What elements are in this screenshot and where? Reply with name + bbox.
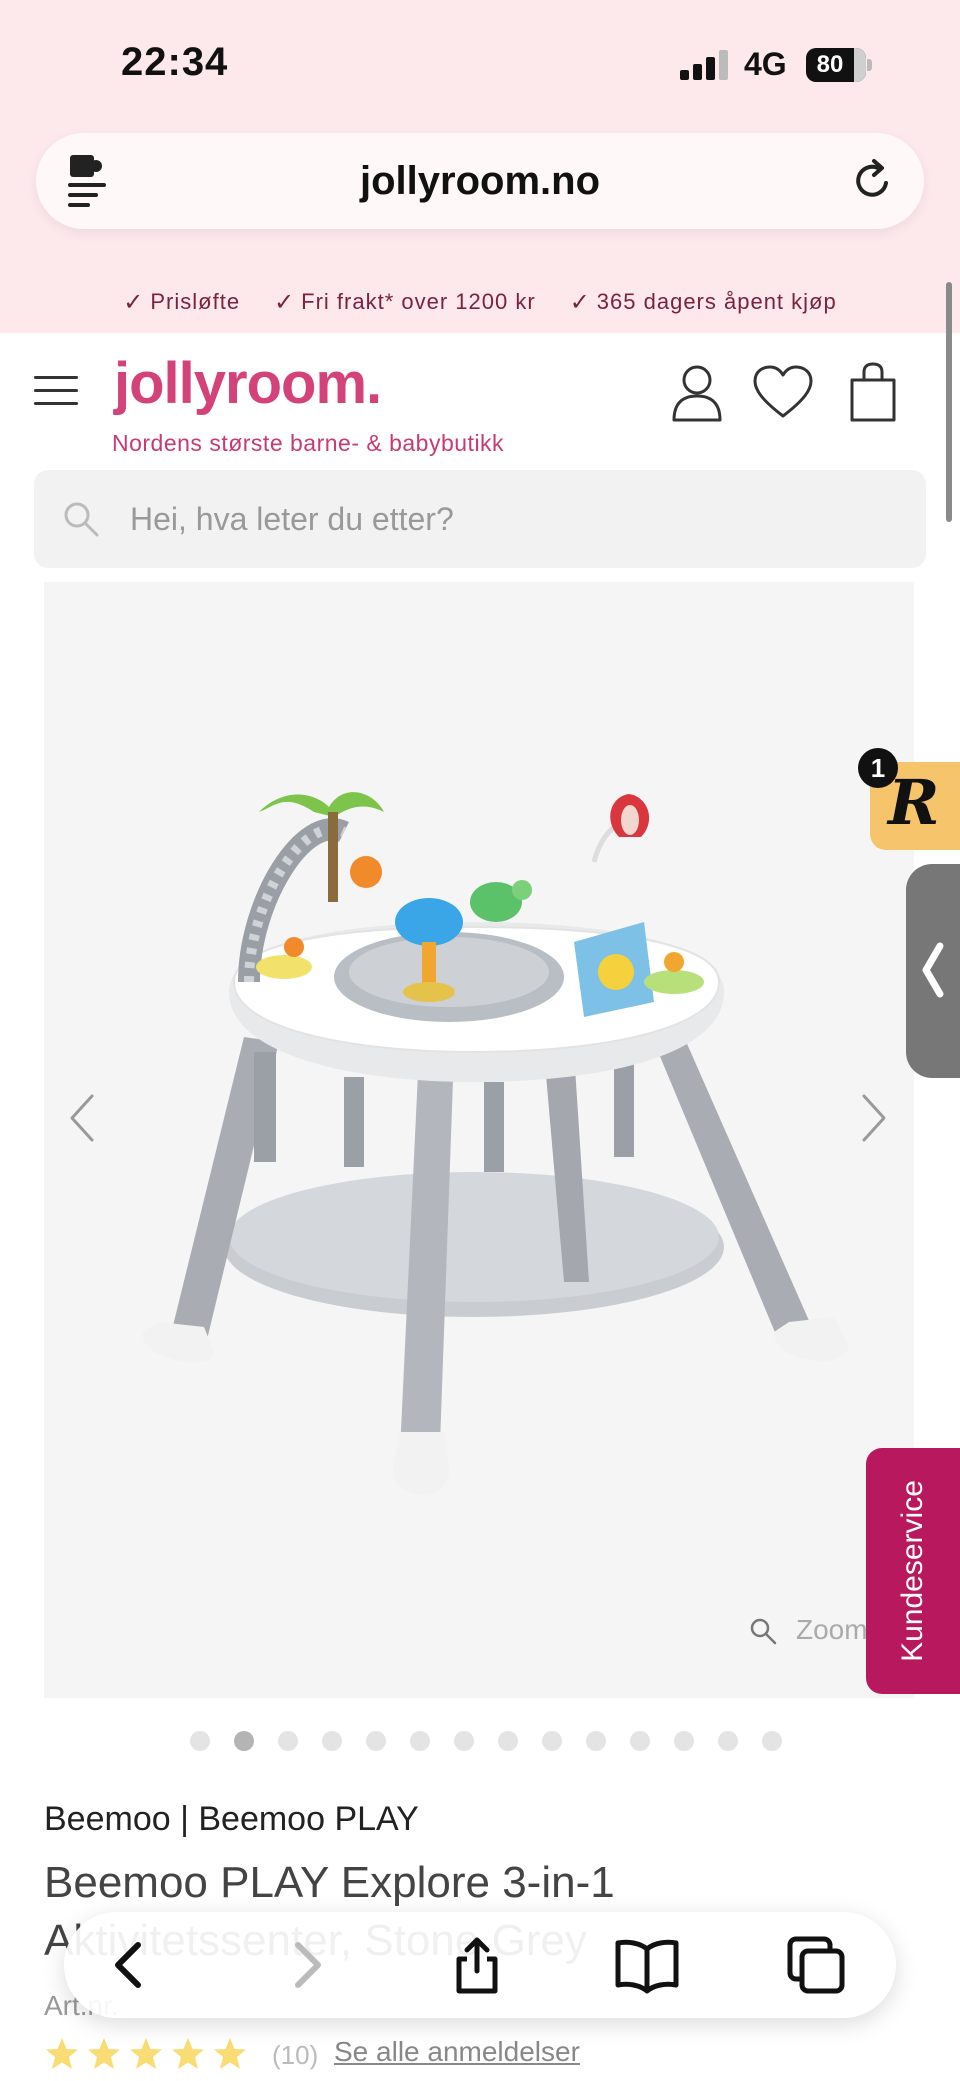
gallery-dot[interactable] [630,1731,650,1751]
address-bar[interactable]: jollyroom.no [36,133,924,229]
star-icon [46,2038,78,2069]
star-icon [130,2038,162,2069]
reader-view-icon[interactable] [66,153,116,209]
gallery-dot[interactable] [762,1731,782,1751]
star-icon [88,2038,120,2069]
battery-level: 80 [816,51,844,78]
browser-chrome: 22:34 4G 80 jollyroom.no ✓ Prisløfte ✓ F… [0,0,960,333]
usp-item: ✓ 365 dagers åpent kjøp [570,282,837,322]
check-icon: ✓ [123,288,145,316]
page-scrollbar[interactable] [946,282,952,522]
bookmarks-icon[interactable] [614,1935,680,1995]
customer-service-label: Kundeservice [896,1480,929,1662]
battery-icon: 80 [806,48,872,82]
browser-toolbar [64,1912,896,2018]
gallery-dot[interactable] [278,1731,298,1751]
activity-center-illustration [142,792,849,1495]
gallery-dot[interactable] [366,1731,386,1751]
check-icon: ✓ [274,288,296,316]
customer-service-button[interactable]: Kundeservice [866,1448,960,1694]
rewards-count-badge: 1 [858,748,898,788]
review-count: (10) [272,2040,319,2070]
gallery-prev-arrow-icon[interactable] [62,1090,102,1146]
zoom-icon[interactable] [748,1616,778,1646]
search-placeholder: Hei, hva leter du etter? [130,501,454,537]
gallery-dot[interactable] [498,1731,518,1751]
usp-row: ✓ Prisløfte ✓ Fri frakt* over 1200 kr ✓ … [0,282,960,322]
usp-label: 365 dagers åpent kjøp [596,289,837,314]
product-image[interactable] [44,582,914,1698]
wishlist-heart-icon[interactable] [752,362,814,424]
chevron-left-icon [922,942,944,998]
product-brand[interactable]: Beemoo | Beemoo PLAY [44,1800,419,1839]
zoom-label[interactable]: Zoom [796,1614,868,1646]
usp-label: Fri frakt* over 1200 kr [301,289,536,314]
gallery-dot[interactable] [410,1731,430,1751]
gallery-dot[interactable] [234,1731,254,1751]
gallery-pagination [190,1731,782,1753]
url-text: jollyroom.no [360,159,600,203]
check-icon: ✓ [569,288,591,316]
share-icon[interactable] [447,1935,507,1995]
gallery-dot[interactable] [586,1731,606,1751]
rating-stars [44,2036,248,2072]
side-drawer-tab[interactable] [906,864,960,1078]
site-tagline: Nordens største barne- & babybutikk [112,430,505,456]
status-time: 22:34 [121,40,229,84]
tabs-icon[interactable] [786,1935,846,1995]
gallery-dot[interactable] [674,1731,694,1751]
site-logo[interactable]: jollyroom. [114,350,382,417]
cart-bag-icon[interactable] [846,362,900,424]
hamburger-menu-icon[interactable] [34,374,80,408]
gallery-next-arrow-icon[interactable] [854,1090,894,1146]
back-icon[interactable] [100,1935,160,1995]
usp-item: ✓ Prisløfte [123,282,240,322]
gallery-dot[interactable] [322,1731,342,1751]
star-icon [172,2038,204,2069]
reload-icon[interactable] [848,157,896,205]
see-all-reviews-link[interactable]: Se alle anmeldelser [334,2036,580,2068]
account-icon[interactable] [670,362,724,424]
forward-icon[interactable] [276,1935,336,1995]
gallery-dot[interactable] [718,1731,738,1751]
gallery-dot[interactable] [190,1731,210,1751]
network-type: 4G [744,46,787,82]
search-input[interactable]: Hei, hva leter du etter? [34,470,926,568]
gallery-dot[interactable] [542,1731,562,1751]
star-icon [214,2038,246,2069]
cellular-signal-icon [680,50,728,80]
search-icon [64,502,99,537]
gallery-dot[interactable] [454,1731,474,1751]
usp-label: Prisløfte [150,289,241,314]
usp-item: ✓ Fri frakt* over 1200 kr [274,282,536,322]
